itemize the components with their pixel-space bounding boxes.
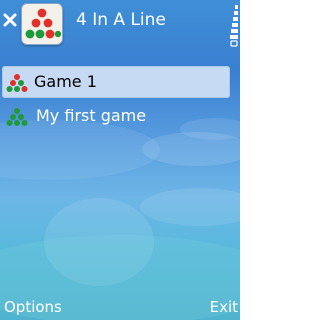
app-title: 4 In A Line — [76, 10, 166, 30]
four-in-a-line-app-icon — [25, 8, 62, 39]
game-pieces-icon — [6, 108, 28, 126]
list-item-my-first-game[interactable]: My first game — [0, 100, 240, 132]
app-icon — [21, 3, 63, 45]
close-icon[interactable] — [3, 13, 17, 27]
app-screen: 4 In A Line Game 1 My first game Options… — [0, 0, 240, 320]
title-bar: 4 In A Line — [0, 0, 240, 48]
wallpaper-shape — [140, 188, 240, 226]
exit-softkey[interactable]: Exit — [210, 298, 238, 316]
list-item-game-1[interactable]: Game 1 — [2, 66, 230, 98]
game-pieces-icon — [6, 74, 28, 92]
list-item-label: My first game — [36, 106, 147, 125]
signal-strength-icon — [230, 5, 238, 47]
list-item-label: Game 1 — [34, 72, 97, 91]
options-softkey[interactable]: Options — [4, 298, 62, 316]
softkey-bar: Options Exit — [0, 294, 240, 320]
game-list: Game 1 My first game — [0, 66, 240, 132]
